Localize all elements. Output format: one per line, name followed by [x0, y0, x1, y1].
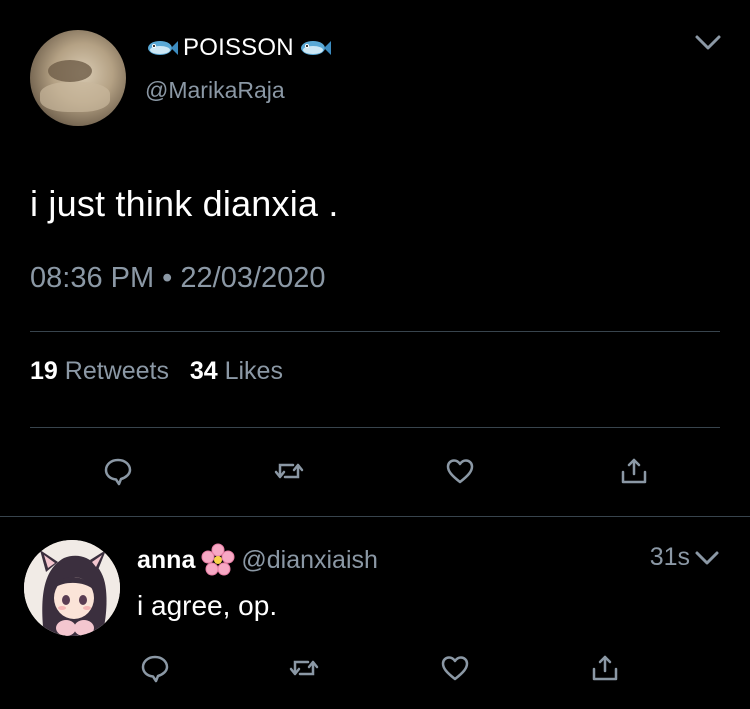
tweet-text: i just think dianxia .	[30, 183, 339, 224]
divider	[0, 516, 750, 517]
reply-display-name[interactable]: anna	[137, 546, 195, 575]
divider	[30, 427, 720, 428]
reply-handle[interactable]: @dianxiaish	[241, 546, 378, 575]
reply-author-avatar[interactable]	[24, 540, 120, 636]
like-button[interactable]	[445, 456, 475, 486]
like-button[interactable]	[440, 653, 470, 683]
cherry-blossom-icon	[201, 543, 235, 576]
retweet-button[interactable]	[274, 456, 304, 486]
tweet-timestamp[interactable]: 08:36 PM • 22/03/2020	[30, 262, 326, 295]
reply-timestamp[interactable]: 31s	[650, 543, 690, 572]
author-handle[interactable]: @MarikaRaja	[145, 77, 285, 104]
heart-icon	[446, 459, 474, 484]
heart-icon	[441, 656, 469, 681]
tweet-stats: 19 Retweets 34 Likes	[30, 357, 283, 386]
chevron-down-icon[interactable]	[694, 33, 722, 53]
divider	[30, 331, 720, 332]
comment-icon	[104, 458, 132, 486]
retweets-stat[interactable]: 19 Retweets	[30, 357, 169, 385]
likes-stat[interactable]: 34 Likes	[190, 357, 283, 385]
retweets-label: Retweets	[64, 357, 169, 385]
author-avatar[interactable]	[30, 30, 126, 126]
reply-text: i agree, op.	[137, 590, 278, 621]
reply-button[interactable]	[140, 653, 170, 683]
chevron-down-icon[interactable]	[694, 550, 720, 568]
share-icon	[592, 655, 618, 681]
likes-label: Likes	[224, 357, 283, 385]
retweets-count: 19	[30, 357, 58, 385]
retweet-icon	[289, 660, 319, 676]
likes-count: 34	[189, 357, 218, 385]
share-icon	[621, 458, 647, 484]
reply-button[interactable]	[103, 456, 133, 486]
share-button[interactable]	[619, 456, 649, 486]
comment-icon	[141, 655, 169, 683]
share-button[interactable]	[590, 653, 620, 683]
author-name-row[interactable]: POISSON	[145, 34, 332, 62]
fish-icon	[148, 41, 178, 55]
author-display-name[interactable]: POISSON	[183, 34, 294, 62]
retweet-button[interactable]	[289, 653, 319, 683]
retweet-icon	[274, 463, 304, 479]
reply-author-row[interactable]: anna @dianxiaish	[137, 543, 378, 577]
anime-avatar-image	[24, 540, 120, 636]
fish-icon	[300, 41, 331, 55]
